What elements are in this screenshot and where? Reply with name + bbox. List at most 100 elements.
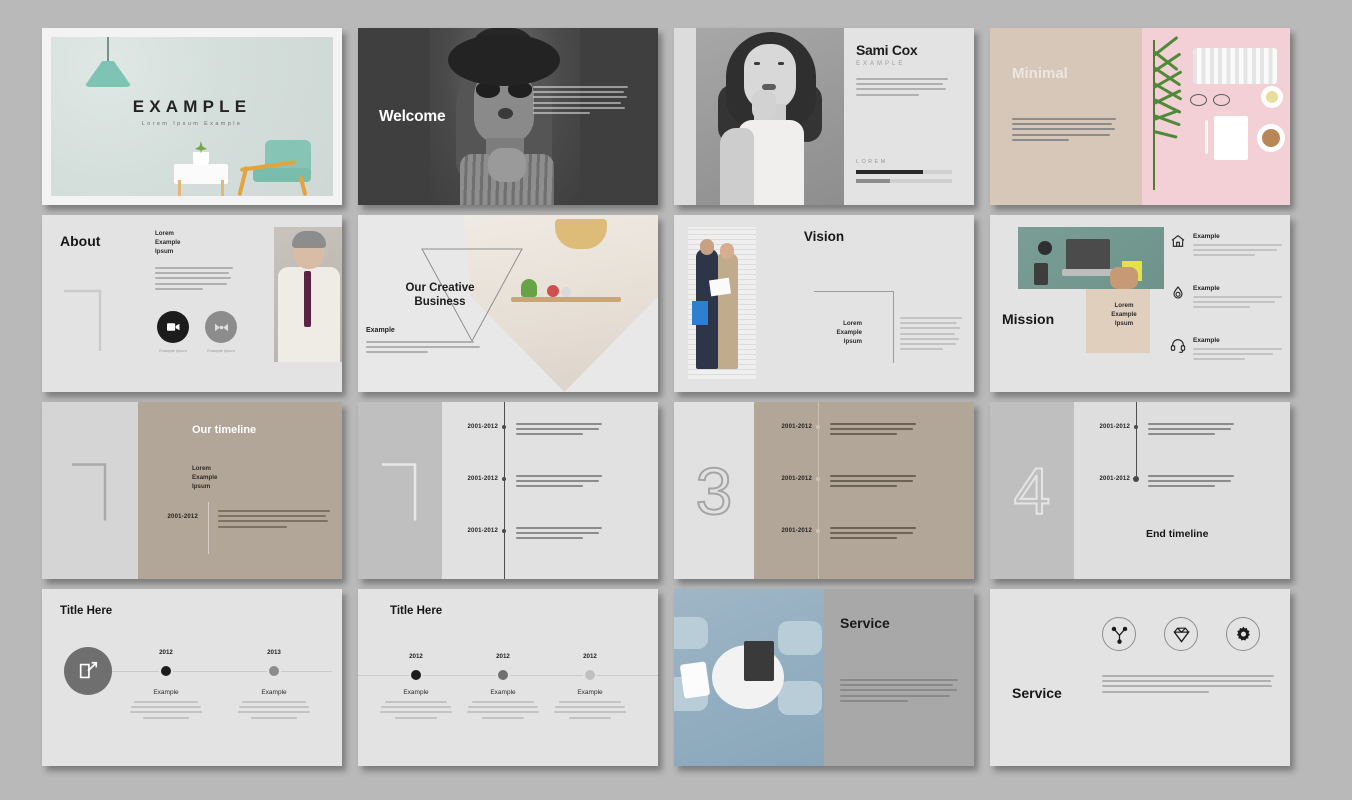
number-panel: 3 bbox=[674, 402, 754, 579]
slide-cell: About Lorem Example Ipsum Example Ipsum … bbox=[42, 215, 358, 402]
slide-number bbox=[379, 452, 421, 529]
slide-grid: EXAMPLE Lorem Ipsum Example Welcome Sami… bbox=[0, 0, 1352, 800]
cover-title-block: EXAMPLE Lorem Ipsum Example bbox=[51, 97, 333, 127]
slide-end-timeline[interactable]: 4 2001-2012 2001-2012 End timeline bbox=[990, 402, 1290, 579]
slide-cell: Title Here 2012 Example 2013 Example bbox=[42, 589, 358, 776]
businessman-photo bbox=[274, 227, 342, 362]
timeline-dot bbox=[502, 529, 506, 533]
service-body bbox=[840, 679, 958, 702]
slide-cell: Mission Lorem Example Ipsum Example Exam… bbox=[990, 215, 1306, 402]
timeline-dot bbox=[816, 529, 820, 533]
lamp-cord bbox=[107, 37, 109, 63]
gear-icon[interactable] bbox=[1226, 617, 1260, 651]
content-panel: 2001-2012 2001-2012 2001-2012 bbox=[754, 402, 974, 579]
about-label-line: Example bbox=[155, 239, 181, 246]
slide-timeline-3[interactable]: 3 2001-2012 2001-2012 2001-2012 bbox=[674, 402, 974, 579]
creative-title: Our Creative Business bbox=[380, 281, 500, 309]
slide-welcome[interactable]: Welcome bbox=[358, 28, 658, 205]
slide-mission[interactable]: Mission Lorem Example Ipsum Example Exam… bbox=[990, 215, 1290, 392]
timeline-date: 2001-2012 bbox=[781, 476, 812, 482]
slide-timeline-1[interactable]: 2001-2012 2001-2012 2001-2012 bbox=[358, 402, 658, 579]
slide-cell: Service bbox=[674, 589, 990, 776]
slide-service-photo[interactable]: Service bbox=[674, 589, 974, 766]
keyboard-icon bbox=[1193, 48, 1277, 84]
mission-item-heading: Example bbox=[1193, 233, 1220, 240]
timeline-label-line: Example bbox=[192, 474, 218, 481]
timeline-date: 2001-2012 bbox=[781, 528, 812, 534]
mission-item[interactable]: Example bbox=[1170, 285, 1282, 312]
cover-title: EXAMPLE bbox=[132, 97, 252, 116]
timeline-dot bbox=[1133, 476, 1139, 482]
slide-cell: Minimal bbox=[990, 28, 1306, 215]
step-body bbox=[379, 701, 453, 719]
slide-title-here-2[interactable]: Title Here 2012 Example 2013 Example bbox=[42, 589, 342, 766]
edit-square-icon bbox=[64, 647, 112, 695]
timeline-axis bbox=[358, 675, 658, 676]
welcome-body bbox=[533, 86, 628, 117]
timeline-body bbox=[830, 527, 916, 543]
welcome-title: Welcome bbox=[379, 108, 446, 125]
timeline-body bbox=[218, 510, 330, 531]
slide-cell: Sami Cox EXAMPLE LOREM bbox=[674, 28, 990, 215]
diamond-icon[interactable] bbox=[1164, 617, 1198, 651]
creative-body bbox=[366, 341, 486, 357]
slide-creative-business[interactable]: Our Creative Business Example bbox=[358, 215, 658, 392]
slide-sami-cox[interactable]: Sami Cox EXAMPLE LOREM bbox=[674, 28, 974, 205]
palm-leaf bbox=[1120, 35, 1188, 190]
coffee-cup bbox=[1257, 124, 1285, 152]
content-panel: 2001-2012 2001-2012 End timeline bbox=[1074, 402, 1290, 579]
badge-video-camera[interactable] bbox=[157, 311, 189, 343]
timeline-rule bbox=[208, 502, 209, 554]
mission-item[interactable]: Example bbox=[1170, 337, 1282, 364]
step-heading: Example bbox=[577, 689, 603, 696]
mission-label: Lorem Example Ipsum bbox=[1100, 301, 1148, 328]
timeline-dot bbox=[502, 477, 506, 481]
badge-caption: Example Ipsum bbox=[159, 348, 187, 353]
meter-bar-1 bbox=[856, 170, 952, 174]
vision-label: Lorem Example Ipsum bbox=[804, 319, 862, 346]
step-title: Title Here bbox=[390, 605, 443, 617]
slide-minimal[interactable]: Minimal bbox=[990, 28, 1290, 205]
slide-example-cover[interactable]: EXAMPLE Lorem Ipsum Example bbox=[42, 28, 342, 205]
slide-vision[interactable]: Vision Lorem Example Ipsum bbox=[674, 215, 974, 392]
timeline-body bbox=[516, 423, 602, 439]
slide-cell: 2001-2012 2001-2012 2001-2012 bbox=[358, 402, 674, 589]
timeline-label: Lorem Example Ipsum bbox=[192, 464, 217, 491]
step-body bbox=[466, 701, 540, 719]
slide-about[interactable]: About Lorem Example Ipsum Example Ipsum … bbox=[42, 215, 342, 392]
home-icon bbox=[1170, 233, 1186, 249]
vision-label-line: Example bbox=[836, 329, 862, 336]
vision-body bbox=[900, 317, 962, 353]
step-body bbox=[553, 701, 627, 719]
pen-tool-icon[interactable] bbox=[1102, 617, 1136, 651]
slide-our-timeline[interactable]: Our timeline Lorem Example Ipsum 2001-20… bbox=[42, 402, 342, 579]
about-body bbox=[155, 267, 233, 290]
step-heading: Example bbox=[153, 689, 179, 696]
about-number bbox=[60, 277, 106, 360]
timeline-date: 2001-2012 bbox=[1099, 476, 1130, 482]
step-heading: Example bbox=[403, 689, 429, 696]
glasses-icon bbox=[1190, 94, 1230, 107]
vision-label-line: Lorem bbox=[843, 320, 862, 327]
slide-service-icons[interactable]: Service bbox=[990, 589, 1290, 766]
step-title: Title Here bbox=[60, 605, 113, 617]
mission-label-line: Example bbox=[1111, 311, 1137, 318]
badge-caption: Example Ipsum bbox=[207, 348, 235, 353]
slide-cell: 3 2001-2012 2001-2012 2001-2012 bbox=[674, 402, 990, 589]
slide-title-here-3[interactable]: Title Here 2012 Example 2012 Example 201… bbox=[358, 589, 658, 766]
badge-bowtie[interactable] bbox=[205, 311, 237, 343]
business-people-photo bbox=[688, 227, 756, 379]
timeline-title: Our timeline bbox=[192, 424, 257, 436]
slide-cell: Vision Lorem Example Ipsum bbox=[674, 215, 990, 402]
step-marker bbox=[161, 666, 171, 676]
service-title: Service bbox=[1012, 685, 1062, 701]
timeline-body bbox=[1148, 423, 1234, 439]
person-name: Sami Cox bbox=[856, 42, 918, 58]
timeline-dot bbox=[1134, 425, 1138, 429]
timeline-date: 2001-2012 bbox=[167, 514, 198, 520]
step-body bbox=[237, 701, 311, 719]
number-panel bbox=[42, 402, 138, 579]
mission-item[interactable]: Example bbox=[1170, 233, 1282, 260]
timeline-body bbox=[830, 423, 916, 439]
timeline-body bbox=[1148, 475, 1234, 491]
